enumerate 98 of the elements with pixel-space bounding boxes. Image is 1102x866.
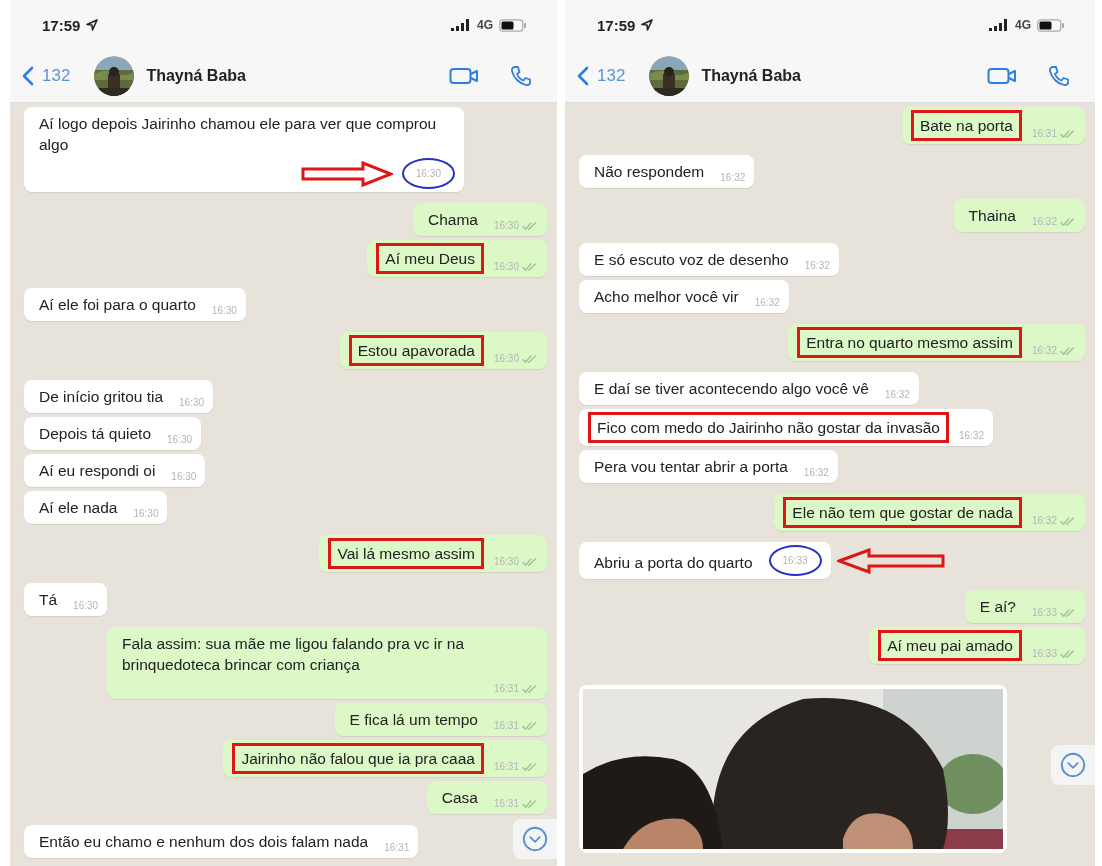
message-time: 16:32 [1031, 215, 1057, 229]
message-time: 16:31 [493, 760, 519, 774]
signal-icon [451, 19, 471, 31]
location-arrow-icon [86, 19, 99, 31]
double-check-icon [522, 261, 538, 272]
message-time: 16:32 [958, 429, 984, 443]
network-label: 4G [477, 18, 493, 32]
message-time: 16:32 [803, 466, 829, 480]
message-text: Aí ele foi para o quarto [38, 295, 197, 315]
message-time: 16:31 [493, 719, 519, 733]
message-text: Estou apavorada [348, 335, 484, 366]
message-text: E fica lá um tempo [348, 710, 479, 730]
battery-icon [1037, 18, 1065, 32]
message-text: Ele não tem que gostar de nada [783, 497, 1022, 528]
message-text: Aí logo depois Jairinho chamou ele para ver que comprou algo [38, 114, 438, 155]
message-time: 16:31 [493, 797, 519, 811]
message-text: E daí se tiver acontecendo algo você vê [593, 379, 870, 399]
message-time: 16:30 [493, 555, 519, 569]
message-text: Aí ele nada [38, 498, 119, 518]
message-time: 16:32 [884, 388, 910, 402]
message-text: Depois tá quieto [38, 424, 153, 444]
double-check-icon [522, 556, 538, 567]
double-check-icon [1060, 128, 1076, 139]
message-text: Aí eu respondi oi [38, 461, 157, 481]
double-check-icon [522, 720, 538, 731]
double-check-icon [1060, 515, 1076, 526]
network-label: 4G [1015, 18, 1031, 32]
message-time: 16:32 [720, 171, 746, 185]
message-time: 16:30 [73, 599, 99, 613]
phone-icon [509, 64, 533, 88]
message-text: Casa [440, 788, 479, 808]
double-check-icon [522, 353, 538, 364]
message-text: Jairinho não falou que ia pra caaa [232, 743, 484, 774]
double-check-icon [1060, 648, 1076, 659]
message-text: Chama [427, 210, 479, 230]
message-text: Aí meu pai amado [878, 630, 1022, 661]
video-camera-icon [987, 66, 1017, 86]
message-time: 16:30 [493, 260, 519, 274]
double-check-icon [522, 220, 538, 231]
message-text: Tá [38, 590, 59, 610]
contact-name[interactable]: Thayná Baba [146, 67, 246, 85]
message-time: 16:30 [133, 507, 159, 521]
double-check-icon [522, 798, 538, 809]
status-time: 17:59 [42, 16, 81, 34]
message-text: Fala assim: sua mãe me ligou falando pra vc ir na brinquedoteca brincar com criança [121, 634, 466, 675]
message-text: E só escuto voz de desenho [593, 250, 790, 270]
message-time: 16:30 [167, 433, 193, 447]
message-time: 16:30 [493, 219, 519, 233]
scroll-down-button[interactable] [513, 819, 557, 859]
message-time: 16:32 [804, 259, 830, 273]
double-check-icon [522, 683, 538, 694]
back-chevron-icon [22, 66, 34, 86]
message-text: De início gritou tia [38, 387, 165, 407]
message-text: Thaina [967, 206, 1017, 226]
message-text: Bate na porta [910, 110, 1022, 141]
message-text: Então eu chamo e nenhum dos dois falam nada [38, 832, 370, 852]
message-time: 16:30 [401, 158, 455, 189]
voice-call-button[interactable] [509, 64, 533, 88]
double-check-icon [1060, 216, 1076, 227]
message-time: 16:33 [1031, 606, 1057, 620]
message-text: Abriu a porta do quarto [593, 553, 754, 573]
double-check-icon [1060, 607, 1076, 618]
location-arrow-icon [641, 19, 654, 31]
double-check-icon [522, 761, 538, 772]
signal-icon [989, 19, 1009, 31]
message-time: 16:33 [1031, 647, 1057, 661]
message-time: 16:30 [211, 304, 237, 318]
message-time: 16:31 [1031, 127, 1057, 141]
phone-icon [1047, 64, 1071, 88]
contact-name[interactable]: Thayná Baba [701, 67, 801, 85]
scroll-down-button[interactable] [1051, 745, 1095, 785]
message-time: 16:31 [493, 682, 519, 696]
message-time: 16:32 [1031, 344, 1057, 358]
message-time: 16:30 [493, 352, 519, 366]
message-time: 16:30 [179, 396, 205, 410]
message-time: 16:33 [768, 545, 822, 576]
message-time: 16:31 [384, 841, 410, 855]
battery-icon [499, 18, 527, 32]
message-text: Acho melhor você vir [593, 287, 740, 307]
message-text: Vai lá mesmo assim [328, 538, 484, 569]
message-time: 16:30 [171, 470, 197, 484]
voice-call-button[interactable] [1047, 64, 1071, 88]
chevron-down-circle-icon [521, 825, 549, 853]
status-time: 17:59 [597, 16, 636, 34]
message-time: 16:32 [1031, 514, 1057, 528]
video-camera-icon [449, 66, 479, 86]
double-check-icon [1060, 345, 1076, 356]
message-text: E aí? [978, 597, 1017, 617]
message-text: Fico com medo do Jairinho não gostar da invasão [588, 412, 949, 443]
message-text: Pera vou tentar abrir a porta [593, 457, 789, 477]
message-text: Não respondem [593, 162, 706, 182]
chevron-down-circle-icon [1059, 751, 1087, 779]
message-text: Entra no quarto mesmo assim [797, 327, 1022, 358]
message-time: 16:32 [754, 296, 780, 310]
video-call-button[interactable] [987, 66, 1017, 86]
back-chevron-icon [577, 66, 589, 86]
video-call-button[interactable] [449, 66, 479, 86]
message-text: Aí meu Deus [376, 243, 484, 274]
